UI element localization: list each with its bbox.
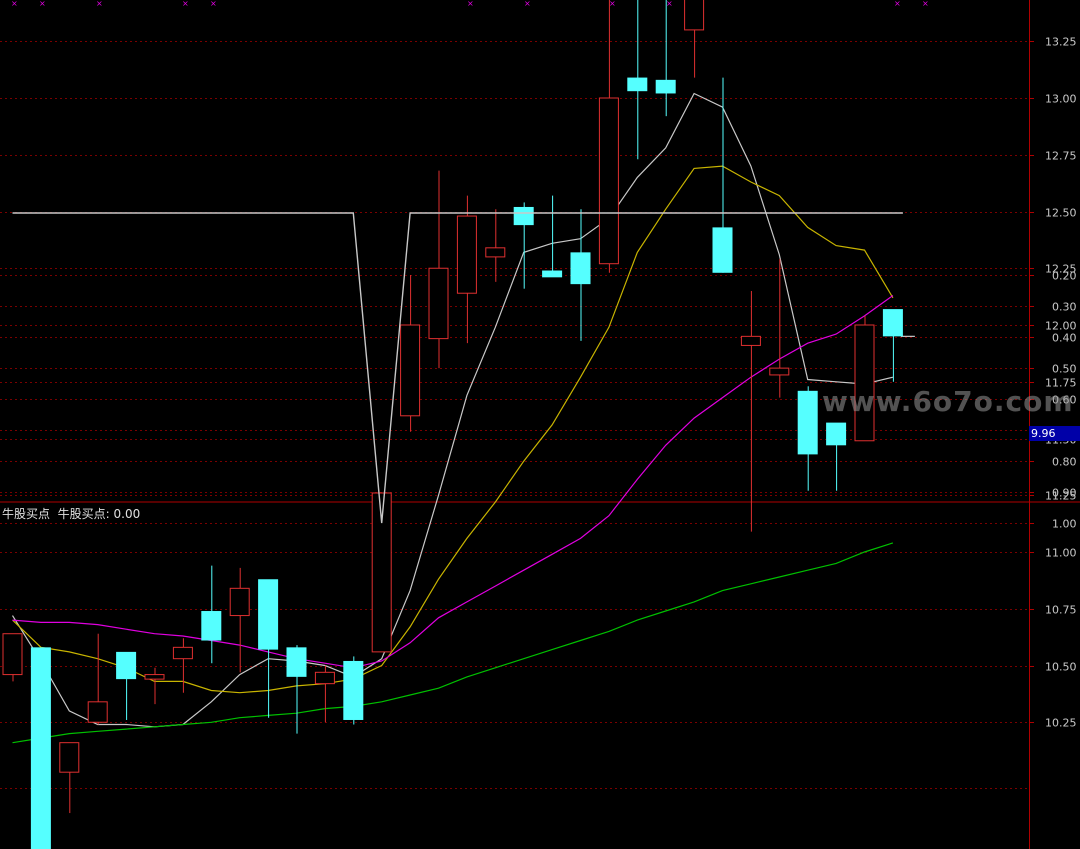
candle-body [684,0,705,31]
candle-body [172,646,193,660]
candle-body [144,674,165,680]
current-price-badge: 9.96 [1029,426,1080,441]
candle-body [87,701,108,723]
candle-body [826,422,847,446]
candle-body [201,611,222,641]
candle-body [286,647,307,677]
indicator-tick-label: 0.40 [1052,332,1077,345]
y-tick-label: 10.25 [1045,717,1077,730]
candle-body [769,367,790,376]
y-tick-label: 10.75 [1045,604,1077,617]
top-marker: × [609,0,616,8]
candle-body [30,647,51,849]
stock-chart: 13.5013.2513.0012.7512.5012.2512.0011.75… [0,0,1080,849]
candle-body [116,651,137,680]
top-marker: × [96,0,103,8]
indicator-title: 牛股买点 牛股买点: 0.00 [2,505,140,522]
candle-body [2,633,23,676]
candle-body [229,587,250,617]
candle-body [740,335,761,346]
y-tick-label: 10.50 [1045,661,1077,674]
top-marker: × [210,0,217,8]
y-tick-label: 12.75 [1045,150,1077,163]
indicator-tick-label: 0.50 [1052,363,1077,376]
indicator-tick-label: 0.30 [1052,301,1077,314]
candle-body [258,579,279,650]
candle-body [854,324,875,442]
candle-body [655,79,676,94]
y-tick-label: 11.00 [1045,547,1077,560]
candle-body [797,390,818,455]
candle-body [428,267,449,340]
y-tick-label: 12.50 [1045,207,1077,220]
candle-body [712,227,733,273]
indicator-tick-label: 0.80 [1052,456,1077,469]
indicator-name: 牛股买点 [2,507,51,521]
top-marker: × [39,0,46,8]
candle-body [400,324,421,417]
indicator-tick-label: 0.20 [1052,270,1077,283]
y-tick-label: 13.25 [1045,36,1077,49]
candle-body [314,671,335,685]
candle-body [627,77,648,92]
candle-body [570,252,591,285]
candle-body [598,97,619,265]
top-marker: × [467,0,474,8]
top-marker: × [524,0,531,8]
top-marker: × [182,0,189,8]
indicator-tick-label: 1.00 [1052,518,1077,531]
candle-body [513,206,534,226]
candle-body [456,215,477,294]
candle-body [542,270,563,278]
candle-body [485,247,506,258]
y-tick-label: 13.00 [1045,93,1077,106]
top-marker: × [11,0,18,8]
candle-body [59,742,80,773]
indicator-tick-label: 0.90 [1052,487,1077,500]
ma20-line [12,295,894,669]
top-marker: × [666,0,673,8]
top-marker: × [922,0,929,8]
top-marker: × [894,0,901,8]
ma60-line [12,542,894,744]
watermark: www.6o7o.com [822,385,1074,418]
ma10-line [12,165,894,694]
candle-body [343,660,364,720]
candle-body [882,309,903,337]
indicator-value: 牛股买点: 0.00 [57,507,141,521]
